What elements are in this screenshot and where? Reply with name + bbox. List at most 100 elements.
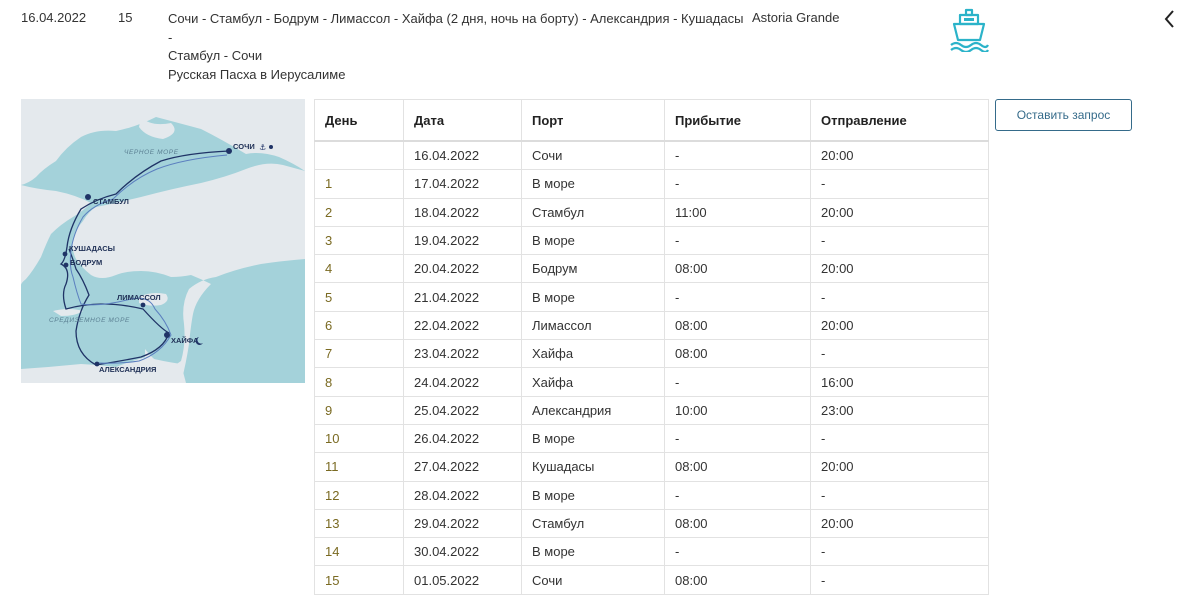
table-row: 3 19.04.2022 В море - -: [314, 225, 989, 256]
header-port: Порт: [521, 99, 665, 142]
cell-port: Сочи: [521, 565, 665, 595]
cell-departure: -: [810, 537, 989, 567]
cell-departure: -: [810, 480, 989, 510]
cell-arrival: -: [664, 169, 811, 199]
cell-departure: -: [810, 282, 989, 312]
cell-port: Стамбул: [521, 508, 665, 539]
map-label-alexandria: АЛЕКСАНДРИЯ: [99, 365, 156, 374]
cell-arrival: 08:00: [664, 310, 811, 341]
header-day: День: [314, 99, 404, 142]
table-row: 10 26.04.2022 В море - -: [314, 423, 989, 454]
cell-arrival: -: [664, 423, 811, 454]
cruise-date: 16.04.2022: [21, 10, 87, 25]
cell-departure: -: [810, 225, 989, 256]
cell-day: 2: [314, 197, 404, 227]
cell-port: Сочи: [521, 140, 665, 171]
route-name: Русская Пасха в Иерусалиме: [168, 66, 346, 82]
cell-date: 21.04.2022: [403, 282, 522, 312]
cell-date: 25.04.2022: [403, 395, 522, 425]
header-date: Дата: [403, 99, 522, 142]
cell-day: 11: [314, 452, 404, 482]
cell-port: В море: [521, 169, 665, 199]
cell-date: 23.04.2022: [403, 339, 522, 369]
table-row: 11 27.04.2022 Кушадасы 08:00 20:00: [314, 452, 989, 482]
cell-date: 22.04.2022: [403, 310, 522, 341]
table-row: 9 25.04.2022 Александрия 10:00 23:00: [314, 395, 989, 425]
cell-date: 20.04.2022: [403, 254, 522, 284]
cell-port: В море: [521, 423, 665, 454]
svg-text:⚓: ⚓: [259, 143, 266, 152]
cell-date: 01.05.2022: [403, 565, 522, 595]
table-row: 16.04.2022 Сочи -20:00: [314, 140, 989, 171]
cell-arrival: 08:00: [664, 508, 811, 539]
table-row: 15 01.05.2022 Сочи 08:00-: [314, 565, 989, 595]
cell-day: 3: [314, 225, 404, 256]
cell-arrival: 11:00: [664, 197, 811, 227]
request-button[interactable]: Оставить запрос: [995, 99, 1132, 131]
cell-port: В море: [521, 282, 665, 312]
cell-departure: 20:00: [810, 452, 989, 482]
map-label-sochi: СОЧИ: [233, 142, 255, 151]
cell-day: 7: [314, 339, 404, 369]
route-line-1: Сочи - Стамбул - Бодрум - Лимассол - Хай…: [168, 11, 744, 45]
cell-date: 18.04.2022: [403, 197, 522, 227]
cell-departure: 20:00: [810, 508, 989, 539]
cell-date: 16.04.2022: [403, 140, 522, 171]
table-row: 8 24.04.2022 Хайфа -16:00: [314, 367, 989, 397]
map-label-limassol: ЛИМАССОЛ: [117, 293, 161, 302]
table-row: 4 20.04.2022 Бодрум 08:00 20:00: [314, 254, 989, 284]
cruise-route: Сочи - Стамбул - Бодрум - Лимассол - Хай…: [168, 10, 748, 84]
cell-day: 10: [314, 423, 404, 454]
cell-port: Лимассол: [521, 310, 665, 341]
cell-port: Александрия: [521, 395, 665, 425]
map-label-istanbul: СТАМБУЛ: [93, 197, 129, 206]
map-label-bodrum: БОДРУМ: [70, 258, 102, 267]
cell-port: Бодрум: [521, 254, 665, 284]
cell-day: [314, 140, 404, 171]
cell-arrival: -: [664, 225, 811, 256]
cell-departure: -: [810, 565, 989, 595]
table-row: 14 30.04.2022 В море - -: [314, 537, 989, 567]
cell-day: 4: [314, 254, 404, 284]
cell-date: 30.04.2022: [403, 537, 522, 567]
cell-date: 26.04.2022: [403, 423, 522, 454]
cell-departure: 23:00: [810, 395, 989, 425]
cell-day: 1: [314, 169, 404, 199]
cell-arrival: -: [664, 282, 811, 312]
route-line-2: Стамбул - Сочи: [168, 48, 263, 63]
cell-day: 8: [314, 367, 404, 397]
cell-departure: -: [810, 169, 989, 199]
cell-port: Хайфа: [521, 367, 665, 397]
cell-date: 27.04.2022: [403, 452, 522, 482]
table-row: 12 28.04.2022 В море - -: [314, 480, 989, 510]
cell-arrival: 08:00: [664, 452, 811, 482]
cell-port: В море: [521, 537, 665, 567]
table-row: 13 29.04.2022 Стамбул 08:00 20:00: [314, 508, 989, 539]
cell-departure: -: [810, 423, 989, 454]
map-label-haifa: ХАЙФА: [171, 336, 199, 345]
ship-icon: [948, 8, 990, 54]
table-row: 7 23.04.2022 Хайфа 08:00-: [314, 339, 989, 369]
cell-date: 19.04.2022: [403, 225, 522, 256]
cell-arrival: 08:00: [664, 339, 811, 369]
header-departure: Отправление: [810, 99, 989, 142]
cell-arrival: -: [664, 367, 811, 397]
cell-day: 14: [314, 537, 404, 567]
map-label-kusadasi: КУШАДАСЫ: [69, 244, 115, 253]
chevron-left-icon[interactable]: [1160, 8, 1180, 30]
header-arrival: Прибытие: [664, 99, 811, 142]
cell-departure: 20:00: [810, 254, 989, 284]
ship-name: Astoria Grande: [752, 10, 840, 25]
table-row: 2 18.04.2022 Стамбул 11:00 20:00: [314, 197, 989, 227]
cell-port: Хайфа: [521, 339, 665, 369]
cell-port: В море: [521, 225, 665, 256]
cell-day: 5: [314, 282, 404, 312]
cell-port: Стамбул: [521, 197, 665, 227]
map-label-black-sea: ЧЕРНОЕ МОРЕ: [124, 149, 179, 156]
cell-day: 15: [314, 565, 404, 595]
cell-date: 24.04.2022: [403, 367, 522, 397]
cell-arrival: 10:00: [664, 395, 811, 425]
table-row: 6 22.04.2022 Лимассол 08:00 20:00: [314, 310, 989, 341]
map-label-med-sea: СРЕДИЗЕМНОЕ МОРЕ: [49, 317, 130, 324]
cell-departure: 16:00: [810, 367, 989, 397]
